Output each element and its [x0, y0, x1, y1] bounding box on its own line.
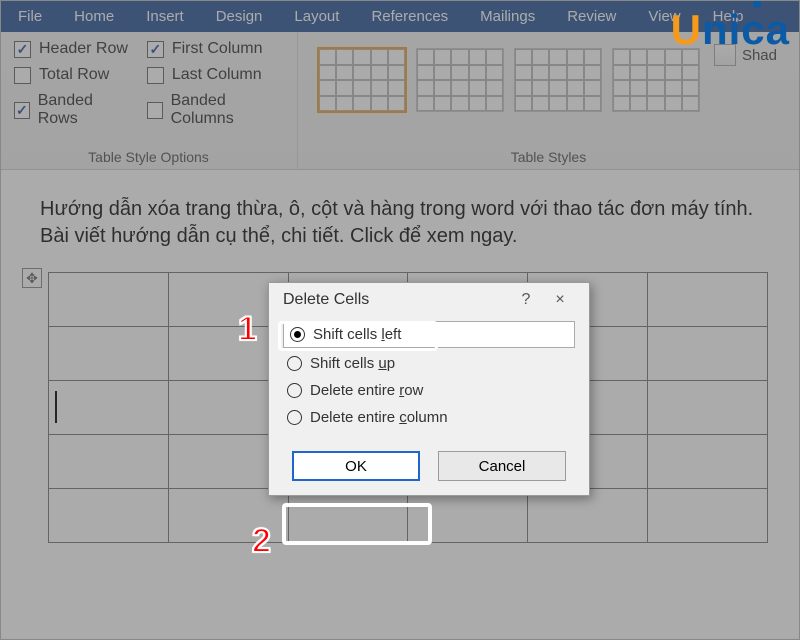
checkbox-label: Last Column [172, 66, 262, 84]
checkbox-icon [14, 102, 30, 119]
table-style-thumb[interactable] [416, 48, 504, 112]
checkbox-label: First Column [172, 40, 263, 58]
checkbox-banded-rows[interactable]: Banded Rows [14, 92, 129, 128]
active-cell[interactable] [49, 381, 169, 435]
radio-delete-entire-column[interactable]: Delete entire column [285, 404, 573, 431]
radio-delete-entire-row[interactable]: Delete entire row [285, 377, 573, 404]
unica-watermark: Unica [671, 6, 790, 54]
menu-design[interactable]: Design [200, 2, 279, 31]
dialog-titlebar[interactable]: Delete Cells ? × [269, 283, 589, 315]
group-label: Table Style Options [14, 143, 283, 165]
radio-label: Delete entire row [310, 382, 423, 399]
checkbox-icon [14, 41, 31, 58]
annotation-number-1: 1 [238, 310, 257, 349]
checkbox-icon [147, 41, 164, 58]
dialog-close-button[interactable]: × [543, 291, 577, 309]
checkbox-icon [147, 102, 163, 119]
radio-shift-cells-left[interactable]: Shift cells left [283, 321, 575, 348]
radio-label: Delete entire column [310, 409, 448, 426]
dialog-help-button[interactable]: ? [509, 291, 543, 309]
checkbox-total-row[interactable]: Total Row [14, 66, 129, 84]
checkbox-label: Header Row [39, 40, 128, 58]
radio-label: Shift cells left [313, 326, 401, 343]
table-style-gallery[interactable] [312, 40, 706, 112]
checkbox-icon [147, 67, 164, 84]
checkbox-label: Total Row [39, 66, 109, 84]
group-table-style-options: Header Row Total Row Banded Rows First C… [0, 32, 298, 169]
menu-layout[interactable]: Layout [278, 2, 355, 31]
group-label: Table Styles [312, 143, 785, 165]
annotation-number-2: 2 [252, 522, 271, 561]
checkbox-label: Banded Rows [38, 92, 129, 128]
radio-icon [287, 383, 302, 398]
radio-icon [290, 327, 305, 342]
cancel-button[interactable]: Cancel [438, 451, 566, 481]
radio-shift-cells-up[interactable]: Shift cells up [285, 350, 573, 377]
table-style-thumb[interactable] [612, 48, 700, 112]
menu-references[interactable]: References [355, 2, 464, 31]
radio-icon [287, 356, 302, 371]
menu-mailings[interactable]: Mailings [464, 2, 551, 31]
menu-home[interactable]: Home [58, 2, 130, 31]
checkbox-header-row[interactable]: Header Row [14, 40, 129, 58]
radio-icon [287, 410, 302, 425]
delete-cells-dialog: Delete Cells ? × Shift cells left Shift … [268, 282, 590, 496]
checkbox-label: Banded Columns [171, 92, 283, 128]
checkbox-banded-columns[interactable]: Banded Columns [147, 92, 283, 128]
paragraph-text: Hướng dẫn xóa trang thừa, ô, cột và hàng… [40, 196, 760, 250]
checkbox-last-column[interactable]: Last Column [147, 66, 283, 84]
table-row [49, 489, 768, 543]
checkbox-icon [14, 67, 31, 84]
radio-label: Shift cells up [310, 355, 395, 372]
checkbox-first-column[interactable]: First Column [147, 40, 283, 58]
menu-insert[interactable]: Insert [130, 2, 200, 31]
menu-review[interactable]: Review [551, 2, 632, 31]
table-style-thumb[interactable] [514, 48, 602, 112]
dialog-title: Delete Cells [283, 291, 509, 309]
ok-button[interactable]: OK [292, 451, 420, 481]
table-style-thumb[interactable] [318, 48, 406, 112]
table-move-handle-icon[interactable]: ✥ [22, 268, 42, 288]
menu-file[interactable]: File [2, 2, 58, 31]
